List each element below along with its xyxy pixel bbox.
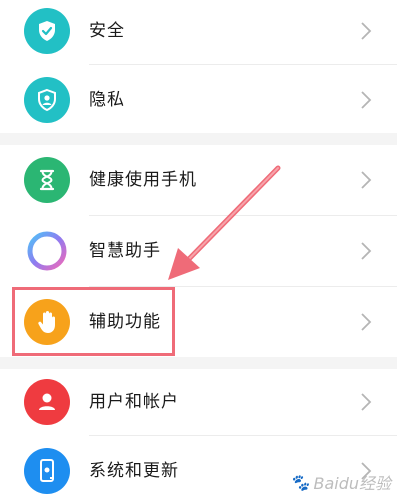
chevron-right-icon: [361, 22, 372, 40]
watermark-text: Baidu经验: [313, 474, 391, 493]
menu-item-label: 用户和帐户: [89, 392, 179, 412]
menu-item-label: 系统和更新: [89, 461, 179, 481]
menu-item-privacy[interactable]: 隐私: [0, 65, 397, 133]
chevron-right-icon: [361, 242, 372, 260]
menu-item-label: 智慧助手: [89, 241, 161, 261]
menu-item-digital-balance[interactable]: 健康使用手机: [0, 145, 397, 215]
menu-item-users-accounts[interactable]: 用户和帐户: [0, 369, 397, 435]
shield-person-icon: [24, 77, 70, 123]
shield-check-icon: [24, 8, 70, 54]
assistant-ring-icon: [24, 228, 70, 274]
menu-item-security[interactable]: 安全: [0, 0, 397, 64]
section-gap: [0, 133, 397, 145]
watermark: 🐾 Baidu经验: [290, 470, 391, 494]
menu-item-label: 安全: [89, 21, 125, 41]
menu-item-label: 健康使用手机: [89, 170, 197, 190]
hourglass-icon: [24, 157, 70, 203]
chevron-right-icon: [361, 91, 372, 109]
chevron-right-icon: [361, 313, 372, 331]
section-gap: [0, 357, 397, 369]
phone-update-icon: [24, 448, 70, 494]
menu-item-label: 隐私: [89, 90, 125, 110]
paw-icon: 🐾: [289, 472, 310, 492]
user-icon: [24, 379, 70, 425]
chevron-right-icon: [361, 393, 372, 411]
menu-item-smart-assistant[interactable]: 智慧助手: [0, 216, 397, 286]
chevron-right-icon: [361, 171, 372, 189]
highlight-box: [12, 287, 175, 356]
